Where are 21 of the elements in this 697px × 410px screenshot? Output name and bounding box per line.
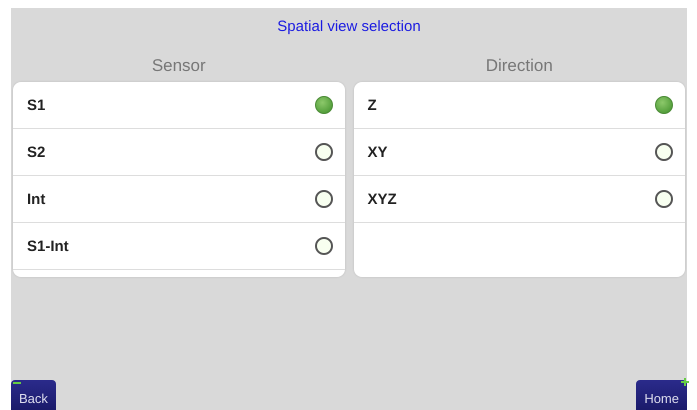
option-label: XYZ [368, 190, 398, 208]
option-label: Z [368, 96, 378, 114]
radio-button[interactable] [314, 190, 332, 208]
option-label: S1-Int [27, 238, 70, 254]
radio-button[interactable] [655, 190, 673, 208]
option-label: Int [27, 190, 46, 208]
home-button[interactable]: Home [636, 380, 687, 410]
radio-button[interactable] [655, 96, 673, 114]
column-heading: Direction [484, 55, 554, 77]
option-label: S1 [27, 96, 46, 114]
radio-button[interactable] [655, 143, 673, 161]
plus-icon [681, 377, 689, 387]
column-heading: Sensor [150, 55, 207, 77]
option-label: XY [368, 144, 389, 160]
back-button[interactable]: Back [11, 380, 56, 410]
minus-icon [13, 382, 21, 384]
option-label: S2 [27, 144, 46, 160]
radio-button[interactable] [314, 237, 332, 255]
radio-button[interactable] [314, 96, 332, 114]
radio-button[interactable] [314, 143, 332, 161]
screen-title: Spatial view selection [276, 17, 422, 37]
